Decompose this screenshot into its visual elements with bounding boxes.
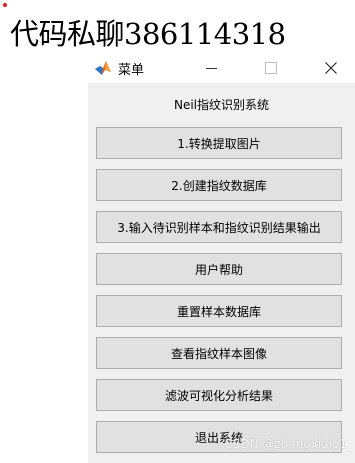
close-icon [325,62,337,74]
filter-visualization-button[interactable]: 滤波可视化分析结果 [96,379,342,411]
title-bar[interactable]: 菜单 [88,53,355,83]
contact-caption: 代码私聊386114318 [10,17,286,51]
system-title: Neil指纹识别系统 [173,98,270,112]
identify-sample-button[interactable]: 3.输入待识别样本和指纹识别结果输出 [96,211,342,243]
window-title: 菜单 [118,63,145,78]
convert-extract-image-button[interactable]: 1.转换提取图片 [96,127,342,159]
minimize-button[interactable] [191,53,231,83]
maximize-button[interactable] [251,53,291,83]
watermark: CSDN @zhangxiaio1 [224,437,347,451]
view-sample-images-button[interactable]: 查看指纹样本图像 [96,337,342,369]
create-database-button[interactable]: 2.创建指纹数据库 [96,169,342,201]
maximize-icon [265,62,277,74]
matlab-icon [94,59,112,77]
close-button[interactable] [311,53,351,83]
menu-window: 菜单 Neil指纹识别系统 1.转换提取图片 2.创建指纹数据库 3.输入待识别… [88,53,355,463]
minimize-icon [205,67,217,69]
reset-database-button[interactable]: 重置样本数据库 [96,295,342,327]
red-dot-marker [3,3,7,7]
user-help-button[interactable]: 用户帮助 [96,253,342,285]
